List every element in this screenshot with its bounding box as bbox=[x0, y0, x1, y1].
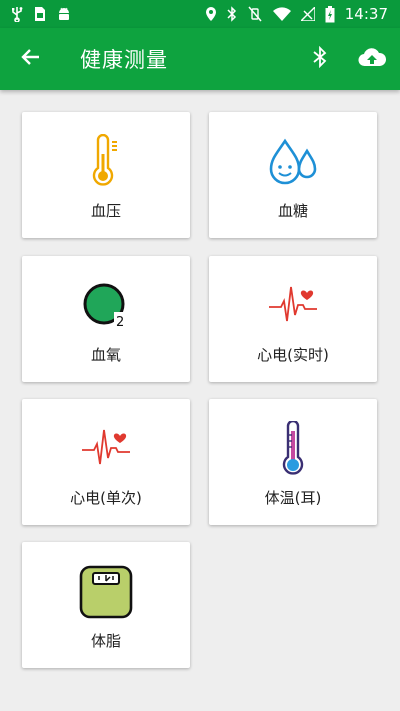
thermometer-icon bbox=[278, 421, 308, 477]
android-icon bbox=[56, 6, 72, 22]
card-label: 血糖 bbox=[277, 202, 308, 220]
card-ecg-single[interactable]: 心电(单次) bbox=[22, 399, 190, 525]
card-blood-oxygen[interactable]: 2 血氧 bbox=[22, 256, 190, 382]
bluetooth-icon bbox=[227, 6, 237, 22]
wifi-icon bbox=[272, 7, 291, 21]
status-time: 14:37 bbox=[344, 5, 388, 23]
card-blood-pressure[interactable]: 血压 bbox=[22, 112, 190, 238]
upload-button[interactable] bbox=[352, 28, 392, 90]
card-label: 血压 bbox=[90, 202, 121, 220]
card-blood-sugar[interactable]: 血糖 bbox=[209, 112, 377, 238]
body-scale-icon bbox=[78, 564, 134, 620]
status-right-icons: 14:37 bbox=[205, 5, 388, 23]
card-ear-temperature[interactable]: 体温(耳) bbox=[209, 399, 377, 525]
card-label: 体脂 bbox=[90, 632, 121, 650]
card-body-fat[interactable]: 体脂 bbox=[22, 542, 190, 668]
arrow-back-icon bbox=[21, 47, 41, 71]
back-button[interactable] bbox=[0, 28, 62, 90]
bluetooth-icon bbox=[313, 45, 327, 72]
card-ecg-realtime[interactable]: 心电(实时) bbox=[209, 256, 377, 382]
cloud-upload-icon bbox=[358, 47, 387, 71]
ecg-heart-icon bbox=[80, 421, 132, 477]
ecg-heart-icon bbox=[267, 278, 319, 334]
battery-charging-icon bbox=[325, 5, 335, 23]
bluetooth-button[interactable] bbox=[300, 28, 340, 90]
status-bar: 14:37 bbox=[0, 0, 400, 28]
usb-icon bbox=[10, 6, 24, 22]
signal-icon bbox=[300, 7, 315, 21]
card-label: 心电(实时) bbox=[257, 346, 329, 364]
card-label: 血氧 bbox=[90, 346, 121, 364]
o2-icon: 2 bbox=[82, 278, 130, 334]
water-drops-icon bbox=[265, 134, 321, 190]
page-title: 健康测量 bbox=[80, 48, 168, 72]
thermometer-gauge-icon bbox=[86, 134, 126, 190]
vibrate-off-icon bbox=[247, 6, 263, 22]
location-icon bbox=[205, 6, 217, 22]
svg-text:2: 2 bbox=[116, 315, 124, 330]
card-label: 体温(耳) bbox=[264, 489, 322, 507]
card-label: 心电(单次) bbox=[70, 489, 142, 507]
sim-icon bbox=[34, 6, 46, 22]
app-bar: 健康测量 bbox=[0, 28, 400, 90]
status-left-icons bbox=[10, 6, 72, 22]
